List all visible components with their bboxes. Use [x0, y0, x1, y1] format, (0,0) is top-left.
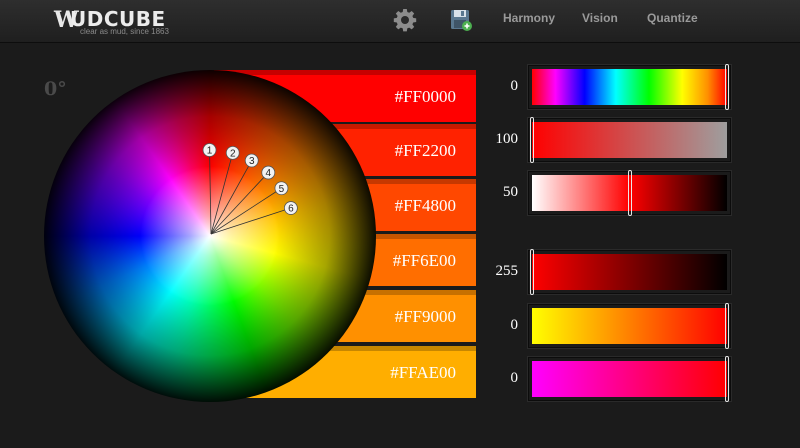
gear-icon[interactable] [393, 8, 417, 32]
slider-track [532, 69, 727, 105]
hue-slider[interactable] [528, 64, 731, 110]
saturation-value: 100 [495, 131, 519, 147]
top-bar: W UDCUBE clear as mud, since 1863 Harmon… [0, 0, 800, 43]
slider-track [532, 308, 727, 344]
green-value: 0 [510, 317, 519, 333]
slider-track [532, 254, 727, 290]
lightness-slider[interactable] [528, 170, 731, 216]
blue-slider[interactable] [528, 356, 731, 402]
slider-track [532, 122, 727, 158]
nav-vision[interactable]: Vision [582, 11, 618, 25]
swatch-hex: #FF4800 [394, 196, 456, 215]
color-wheel[interactable] [44, 70, 376, 402]
green-slider[interactable] [528, 303, 731, 349]
swatch-hex: #FF2200 [394, 141, 456, 160]
red-slider[interactable] [528, 249, 731, 295]
slider-thumb[interactable] [627, 170, 632, 216]
red-value: 255 [495, 263, 519, 279]
slider-thumb[interactable] [530, 117, 534, 163]
hue-value: 0 [510, 78, 519, 94]
logo-tagline: clear as mud, since 1863 [80, 27, 169, 36]
save-icon[interactable] [449, 8, 473, 32]
slider-thumb[interactable] [725, 356, 729, 402]
hue-angle: 0° [44, 78, 67, 100]
swatch-hex: #FF9000 [394, 307, 456, 326]
lightness-value: 50 [503, 184, 518, 200]
saturation-slider[interactable] [528, 117, 731, 163]
nav-harmony[interactable]: Harmony [503, 11, 555, 25]
nav-quantize[interactable]: Quantize [647, 11, 698, 25]
blue-value: 0 [510, 370, 519, 386]
slider-thumb[interactable] [725, 303, 729, 349]
slider-thumb[interactable] [725, 64, 729, 110]
swatch-hex: #FFAE00 [390, 363, 456, 382]
slider-track [532, 361, 727, 397]
swatch-hex: #FF0000 [394, 87, 456, 106]
swatch-hex: #FF6E00 [392, 251, 456, 270]
slider-thumb[interactable] [530, 249, 534, 295]
